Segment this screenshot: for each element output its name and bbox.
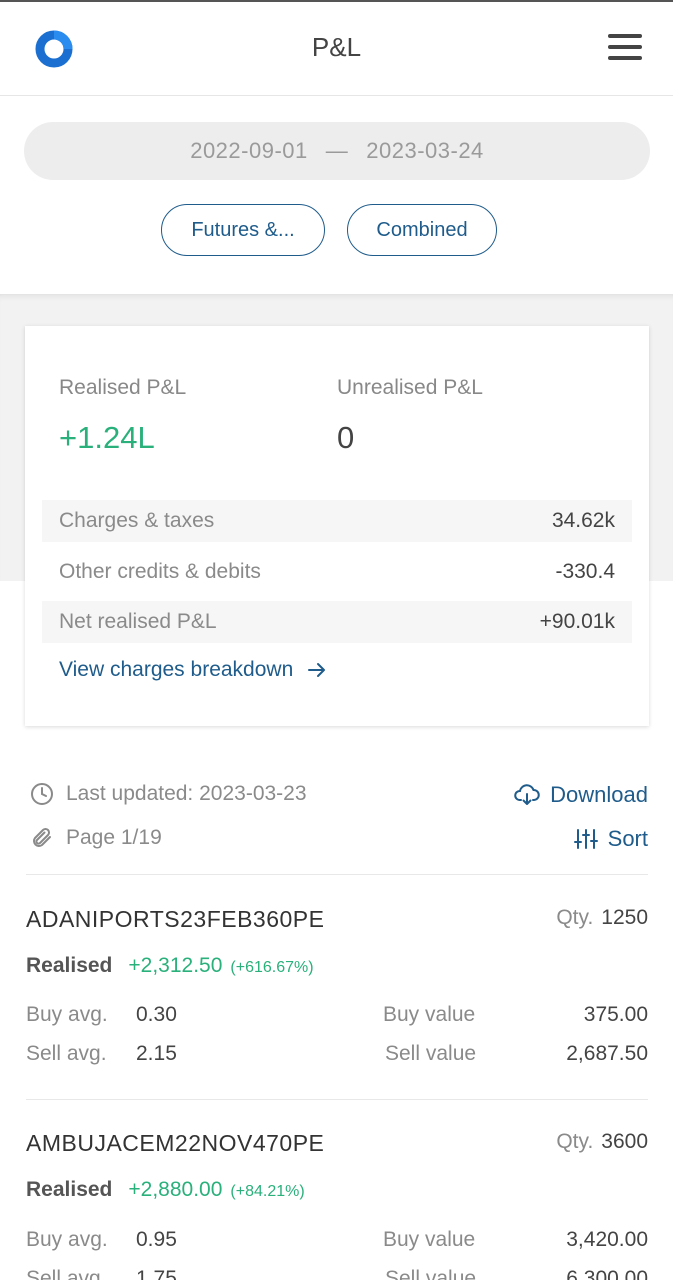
hamburger-menu-icon[interactable] <box>608 34 642 62</box>
page-text: Page 1/19 <box>66 826 162 849</box>
date-separator: — <box>325 138 349 163</box>
qty-label: Qty. <box>556 906 594 929</box>
download-label: Download <box>550 782 648 807</box>
charges-value: 34.62k <box>551 509 615 532</box>
net-realised-value: +90.01k <box>539 610 615 633</box>
realised-label: Realised <box>26 954 113 977</box>
other-credits-value: -330.4 <box>555 560 615 583</box>
sort-label: Sort <box>607 826 648 851</box>
other-credits-label: Other credits & debits <box>59 560 261 583</box>
trade-row[interactable]: ADANIPORTS23FEB360PE Qty. 1250 Realised +… <box>0 906 673 1106</box>
sell-avg-value: 1.75 <box>136 1267 177 1280</box>
trade-row[interactable]: AMBUJACEM22NOV470PE Qty. 3600 Realised +2… <box>0 1130 673 1280</box>
sell-avg-label: Sell avg. <box>26 1042 107 1065</box>
paperclip-icon <box>33 827 51 847</box>
trade-qty: Qty. 3600 <box>556 1130 648 1154</box>
combined-filter-button[interactable]: Combined <box>347 204 497 256</box>
realised-percent: (+84.21%) <box>230 1183 305 1200</box>
buy-value-label: Buy value <box>383 1003 476 1026</box>
net-realised-label: Net realised P&L <box>59 610 217 633</box>
qty-value: 1250 <box>601 906 648 929</box>
arrow-right-icon <box>308 663 326 677</box>
pnl-summary-card: Realised P&L +1.24L Unrealised P&L 0 Cha… <box>25 326 649 726</box>
buy-avg-label: Buy avg. <box>26 1228 108 1251</box>
realised-value: +2,312.50 <box>128 954 223 977</box>
trade-realised: Realised +2,312.50 (+616.67%) <box>26 954 314 978</box>
charges-label: Charges & taxes <box>59 509 215 532</box>
trade-realised: Realised +2,880.00 (+84.21%) <box>26 1178 305 1202</box>
realised-percent: (+616.67%) <box>230 959 314 976</box>
view-charges-breakdown-link[interactable]: View charges breakdown <box>59 658 327 682</box>
last-updated: Last updated: 2023-03-23 <box>30 782 307 806</box>
list-divider <box>26 1099 648 1100</box>
download-button[interactable]: Download <box>514 782 648 808</box>
segment-filter-button[interactable]: Futures &... <box>161 204 325 256</box>
unrealised-pnl-label: Unrealised P&L <box>337 376 483 399</box>
buy-avg-value: 0.95 <box>136 1228 177 1251</box>
realised-pnl-value: +1.24L <box>59 420 155 455</box>
buy-value-value: 375.00 <box>583 1003 648 1026</box>
last-updated-text: Last updated: 2023-03-23 <box>66 782 307 805</box>
qty-label: Qty. <box>556 1130 594 1153</box>
trade-symbol: ADANIPORTS23FEB360PE <box>26 906 325 932</box>
date-to: 2023-03-24 <box>366 138 484 163</box>
realised-pnl-label: Realised P&L <box>59 376 187 399</box>
date-range-picker[interactable]: 2022-09-01 — 2023-03-24 <box>24 122 650 180</box>
buy-avg-value: 0.30 <box>136 1003 177 1026</box>
clock-icon <box>31 783 53 805</box>
sell-value-value: 2,687.50 <box>566 1042 648 1065</box>
sell-value-value: 6,300.00 <box>566 1267 648 1280</box>
other-credits-row: Other credits & debits -330.4 <box>42 551 632 593</box>
sort-button[interactable]: Sort <box>573 826 648 852</box>
sell-avg-label: Sell avg. <box>26 1267 107 1280</box>
sliders-icon <box>573 829 598 849</box>
app-header: P&L <box>0 2 673 96</box>
page-indicator: Page 1/19 <box>30 826 162 850</box>
buy-value-value: 3,420.00 <box>566 1228 648 1251</box>
page-title: P&L <box>311 32 362 62</box>
breakdown-link-label: View charges breakdown <box>59 658 294 681</box>
buy-avg-label: Buy avg. <box>26 1003 108 1026</box>
cloud-download-icon <box>514 784 540 805</box>
trade-qty: Qty. 1250 <box>556 906 648 930</box>
unrealised-pnl-value: 0 <box>337 420 355 455</box>
sell-value-label: Sell value <box>385 1042 477 1065</box>
list-divider <box>26 874 648 875</box>
sell-avg-value: 2.15 <box>136 1042 177 1065</box>
net-realised-row: Net realised P&L +90.01k <box>42 601 632 643</box>
realised-value: +2,880.00 <box>128 1178 223 1201</box>
sell-value-label: Sell value <box>385 1267 477 1280</box>
charges-row: Charges & taxes 34.62k <box>42 500 632 542</box>
buy-value-label: Buy value <box>383 1228 476 1251</box>
realised-label: Realised <box>26 1178 113 1201</box>
trade-symbol: AMBUJACEM22NOV470PE <box>26 1130 325 1156</box>
qty-value: 3600 <box>601 1130 648 1153</box>
date-from: 2022-09-01 <box>190 138 308 163</box>
